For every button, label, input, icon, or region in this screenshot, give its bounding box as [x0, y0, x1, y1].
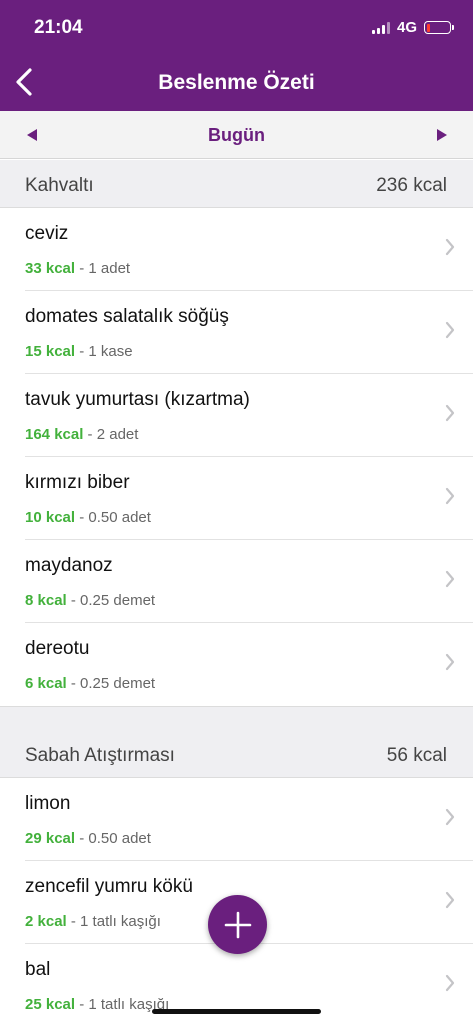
food-portion: - 2 adet — [83, 426, 139, 443]
food-detail: 33 kcal - 1 adet — [25, 260, 130, 277]
triangle-right-icon — [436, 129, 447, 141]
signal-icon — [371, 21, 390, 34]
food-kcal: 8 kcal — [25, 592, 67, 609]
chevron-right-icon — [445, 974, 455, 992]
chevron-right-icon — [445, 404, 455, 422]
food-name: dereotu — [25, 638, 90, 659]
food-detail: 8 kcal - 0.25 demet — [25, 592, 155, 609]
food-name: ceviz — [25, 223, 69, 244]
food-name: kırmızı biber — [25, 472, 130, 493]
food-row[interactable]: ceviz 33 kcal - 1 adet — [0, 208, 473, 291]
food-name: maydanoz — [25, 555, 113, 576]
section-header-kahvalti: Kahvaltı 236 kcal — [0, 160, 473, 208]
food-portion: - 1 tatlı kaşığı — [66, 913, 161, 930]
food-name: limon — [25, 793, 71, 814]
food-row[interactable]: tavuk yumurtası (kızartma) 164 kcal - 2 … — [0, 374, 473, 457]
chevron-right-icon — [445, 653, 455, 671]
home-indicator[interactable] — [152, 1009, 321, 1014]
food-portion: - 0.50 adet — [75, 830, 151, 847]
food-portion: - 1 kase — [75, 343, 133, 360]
food-kcal: 29 kcal — [25, 830, 76, 847]
food-detail: 164 kcal - 2 adet — [25, 426, 138, 443]
food-detail: 6 kcal - 0.25 demet — [25, 675, 155, 692]
section-title: Kahvaltı — [25, 175, 94, 196]
food-portion: - 0.25 demet — [66, 592, 156, 609]
status-indicators: 4G — [371, 19, 454, 36]
plus-icon — [224, 911, 251, 938]
food-row[interactable]: maydanoz 8 kcal - 0.25 demet — [0, 540, 473, 623]
food-name: bal — [25, 959, 51, 980]
date-label: Bugün — [208, 125, 265, 145]
chevron-right-icon — [445, 321, 455, 339]
food-kcal: 10 kcal — [25, 509, 76, 526]
food-name: tavuk yumurtası (kızartma) — [25, 389, 250, 410]
food-kcal: 33 kcal — [25, 260, 76, 277]
food-kcal: 6 kcal — [25, 675, 67, 692]
app-header: 21:04 4G Beslenme Özeti — [0, 0, 473, 111]
network-type: 4G — [396, 19, 417, 36]
section-title: Sabah Atıştırması — [25, 745, 175, 766]
chevron-right-icon — [445, 570, 455, 588]
food-kcal: 25 kcal — [25, 996, 76, 1013]
food-portion: - 1 adet — [75, 260, 131, 277]
chevron-right-icon — [445, 487, 455, 505]
add-food-button[interactable] — [208, 895, 267, 954]
section-header-sabah-atistirmasi: Sabah Atıştırması 56 kcal — [0, 730, 473, 778]
food-kcal: 164 kcal — [25, 426, 84, 443]
food-row[interactable]: kırmızı biber 10 kcal - 0.50 adet — [0, 457, 473, 540]
food-detail: 25 kcal - 1 tatlı kaşığı — [25, 996, 169, 1013]
date-bar: Bugün — [0, 111, 473, 159]
next-day-button[interactable] — [427, 123, 455, 147]
section-total: 56 kcal — [386, 745, 447, 766]
food-kcal: 15 kcal — [25, 343, 76, 360]
food-row[interactable]: dereotu 6 kcal - 0.25 demet — [0, 623, 473, 706]
chevron-right-icon — [445, 238, 455, 256]
status-time: 21:04 — [34, 17, 83, 38]
food-name: domates salatalık söğüş — [25, 306, 229, 327]
page-title: Beslenme Özeti — [158, 71, 315, 94]
food-kcal: 2 kcal — [25, 913, 67, 930]
food-portion: - 0.25 demet — [66, 675, 156, 692]
chevron-right-icon — [445, 808, 455, 826]
food-detail: 2 kcal - 1 tatlı kaşığı — [25, 913, 161, 930]
food-detail: 15 kcal - 1 kase — [25, 343, 133, 360]
section-spacer — [0, 706, 473, 730]
battery-icon — [424, 21, 454, 34]
chevron-right-icon — [445, 891, 455, 909]
food-detail: 10 kcal - 0.50 adet — [25, 509, 151, 526]
food-row[interactable]: domates salatalık söğüş 15 kcal - 1 kase — [0, 291, 473, 374]
food-name: zencefil yumru kökü — [25, 876, 193, 897]
food-detail: 29 kcal - 0.50 adet — [25, 830, 151, 847]
food-portion: - 0.50 adet — [75, 509, 151, 526]
section-total: 236 kcal — [376, 175, 447, 196]
food-row[interactable]: limon 29 kcal - 0.50 adet — [0, 778, 473, 861]
